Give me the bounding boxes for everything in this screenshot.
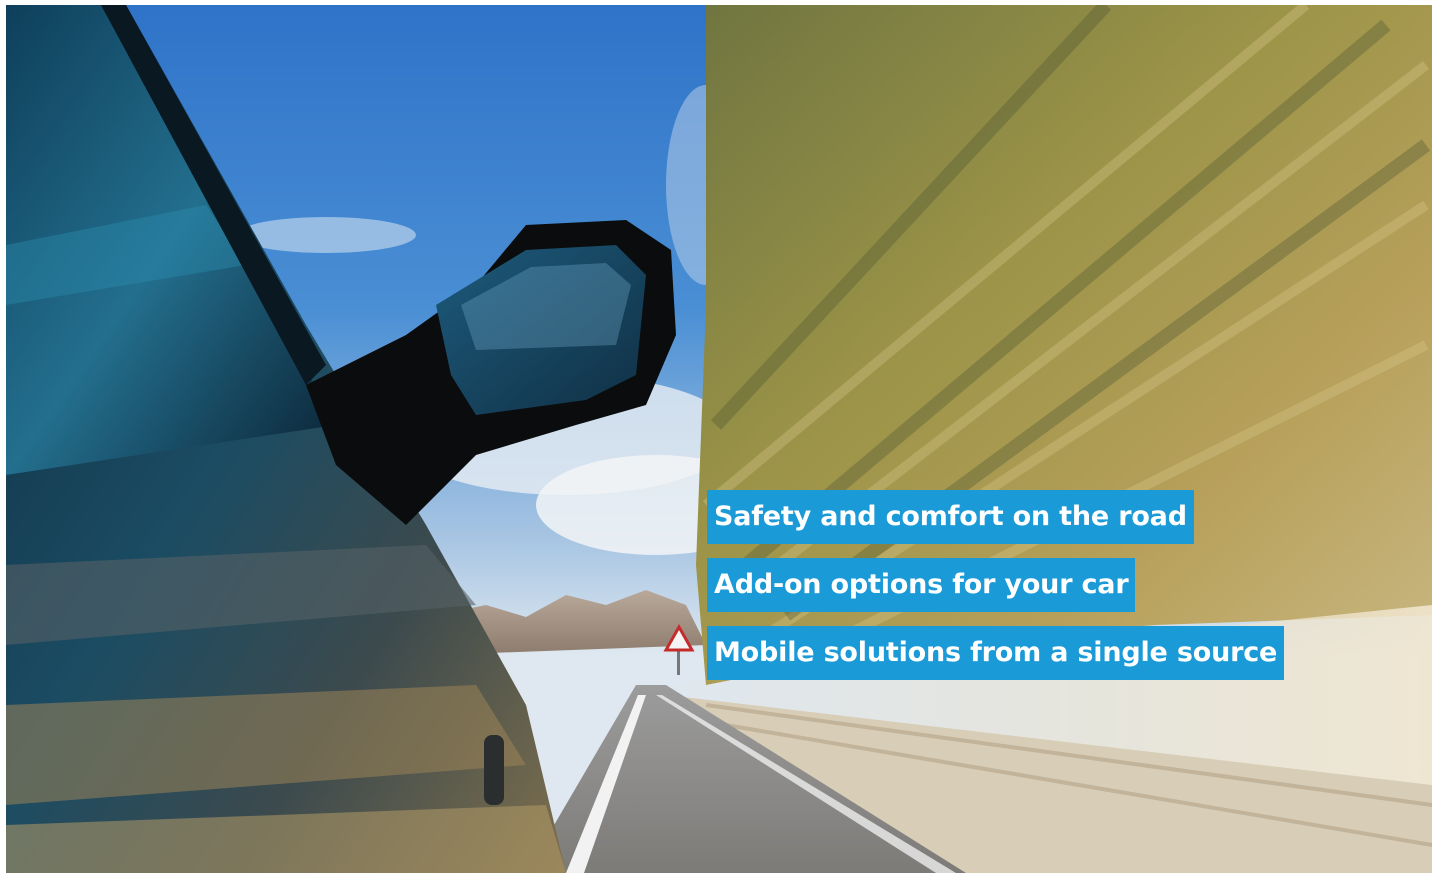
hero-photo-illustration [6, 5, 1432, 873]
hero-photo-car-on-road [6, 5, 1432, 873]
tagline-safety-comfort: Safety and comfort on the road [707, 490, 1194, 544]
tagline-add-on-options: Add-on options for your car [707, 558, 1136, 612]
tagline-mobile-solutions: Mobile solutions from a single source [707, 626, 1285, 680]
